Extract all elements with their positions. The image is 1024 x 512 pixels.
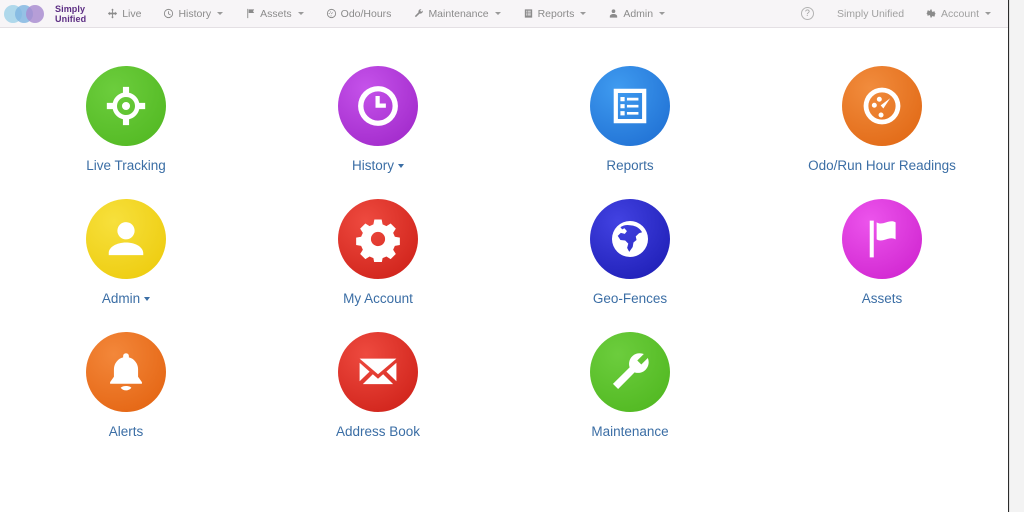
nav-item-account-label: Account: [941, 7, 979, 20]
account-name: Simply Unified: [836, 7, 905, 20]
chevron-down-icon: [144, 297, 151, 302]
nav-item-assets-label: Assets: [260, 7, 292, 20]
brand-line-2: Unified: [55, 13, 87, 24]
tile-alerts-label: Alerts: [108, 424, 144, 439]
wrench-icon: [415, 9, 424, 18]
nav-item-assets[interactable]: Assets: [234, 0, 315, 28]
wrench-icon: [612, 353, 649, 390]
chevron-down-icon: [494, 12, 501, 15]
user-icon: [610, 9, 618, 18]
gauge-icon: [863, 87, 901, 125]
help-circle-icon[interactable]: ?: [800, 7, 814, 20]
brand-line-1: Simply: [55, 3, 86, 14]
nav-item-account[interactable]: Account: [915, 0, 1002, 28]
nav-item-odo-hours[interactable]: Odo/Hours: [315, 0, 403, 28]
tile-alerts-circle: [86, 332, 166, 412]
nav-item-maintenance-label: Maintenance: [428, 7, 489, 20]
brand-logo[interactable]: Simply Unified: [0, 0, 96, 28]
gauge-icon: [326, 8, 336, 19]
tile-reports[interactable]: Reports: [520, 66, 740, 173]
browser-viewport: Simply Unified Live History Assets Odo/H…: [0, 0, 1024, 512]
tile-live-tracking[interactable]: Live Tracking: [16, 66, 236, 173]
dashboard-tile-grid: Live Tracking History Reports Odo/Run Ho…: [0, 28, 1008, 439]
report-icon: [524, 9, 532, 18]
tile-odo-circle: [842, 66, 922, 146]
envelope-icon: [359, 358, 397, 385]
chevron-down-icon: [217, 12, 224, 15]
flag-icon: [869, 220, 896, 258]
chevron-down-icon: [659, 12, 666, 15]
crosshair-icon: [108, 8, 118, 19]
tile-history-circle: [338, 66, 418, 146]
report-list-icon: [613, 88, 647, 124]
tile-assets-circle: [842, 199, 922, 279]
tile-my-account-circle: [338, 199, 418, 279]
tile-my-account[interactable]: My Account: [268, 199, 488, 306]
vertical-scrollbar[interactable]: [1009, 0, 1024, 512]
tile-address-book[interactable]: Address Book: [268, 332, 488, 439]
tile-geo-fences-circle: [590, 199, 670, 279]
three-circles-logo-icon: [4, 4, 50, 24]
nav-item-live-label: Live: [122, 7, 142, 20]
tile-maintenance-label: Maintenance: [591, 424, 669, 439]
page-content: Simply Unified Live History Assets Odo/H…: [0, 0, 1009, 512]
tile-address-book-label: Address Book: [335, 424, 421, 439]
crosshair-target-icon: [106, 86, 146, 126]
nav-item-reports[interactable]: Reports: [512, 0, 598, 28]
tile-history[interactable]: History: [268, 66, 488, 173]
tile-live-tracking-circle: [86, 66, 166, 146]
nav-item-history-label: History: [178, 7, 212, 20]
chevron-down-icon: [398, 164, 404, 169]
navbar-menu: Live History Assets Odo/Hours Maintenanc…: [96, 0, 676, 28]
nav-item-admin-label: Admin: [623, 7, 654, 20]
nav-item-odo-hours-label: Odo/Hours: [340, 7, 392, 20]
top-navbar: Simply Unified Live History Assets Odo/H…: [0, 0, 1008, 28]
tile-odo-label: Odo/Run Hour Readings: [808, 158, 956, 173]
tile-admin[interactable]: Admin: [16, 199, 236, 306]
tile-assets-label: Assets: [861, 291, 903, 306]
tile-live-tracking-label: Live Tracking: [86, 158, 166, 173]
tile-admin-label: Admin: [102, 291, 151, 306]
user-icon: [108, 222, 144, 256]
nav-item-admin[interactable]: Admin: [597, 0, 676, 28]
brand-text: Simply Unified: [55, 4, 86, 24]
tile-odo-run-hour-readings[interactable]: Odo/Run Hour Readings: [772, 66, 992, 173]
tile-reports-circle: [590, 66, 670, 146]
clock-icon: [164, 8, 174, 19]
nav-item-maintenance[interactable]: Maintenance: [402, 0, 511, 28]
gear-icon: [356, 219, 400, 262]
bell-icon: [110, 353, 142, 391]
tile-history-label: History: [352, 158, 404, 173]
tile-alerts[interactable]: Alerts: [16, 332, 236, 439]
tile-admin-circle: [86, 199, 166, 279]
nav-item-live[interactable]: Live: [96, 0, 152, 28]
chevron-down-icon: [297, 12, 304, 15]
tile-assets[interactable]: Assets: [772, 199, 992, 306]
tile-address-book-circle: [338, 332, 418, 412]
nav-item-history[interactable]: History: [152, 0, 234, 28]
clock-icon: [358, 86, 398, 126]
tile-reports-label: Reports: [606, 158, 654, 173]
tile-geo-fences-label: Geo-Fences: [592, 291, 668, 306]
navbar-right-menu: ? Simply Unified Account: [789, 0, 1008, 28]
globe-icon: [611, 220, 649, 258]
gear-icon: [926, 9, 936, 18]
tile-maintenance[interactable]: Maintenance: [520, 332, 740, 439]
tile-my-account-label: My Account: [343, 291, 413, 306]
chevron-down-icon: [985, 12, 991, 15]
chevron-down-icon: [580, 12, 587, 15]
nav-item-reports-label: Reports: [537, 7, 575, 20]
tile-geo-fences[interactable]: Geo-Fences: [520, 199, 740, 306]
tile-maintenance-circle: [590, 332, 670, 412]
flag-icon: [247, 8, 255, 19]
